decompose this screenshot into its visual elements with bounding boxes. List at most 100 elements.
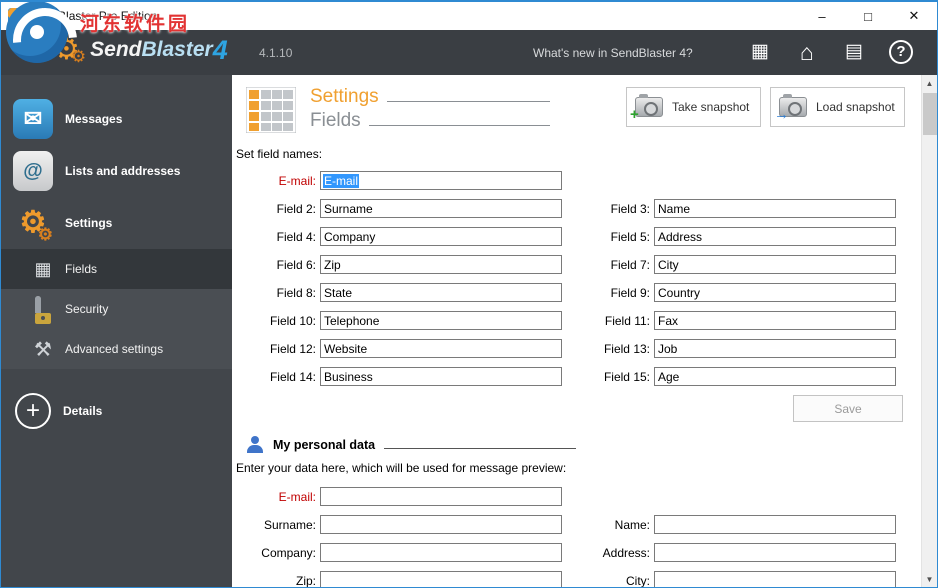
personal-input[interactable] bbox=[654, 571, 896, 587]
field-label: Field 13: bbox=[562, 342, 650, 356]
plus-circle-icon: + bbox=[15, 393, 51, 429]
sidebar-subitem-security[interactable]: Security bbox=[1, 289, 232, 329]
personal-row: Company: Address: bbox=[232, 543, 921, 562]
vertical-scrollbar[interactable]: ▲ ▼ bbox=[921, 75, 937, 587]
save-button[interactable]: Save bbox=[793, 395, 903, 422]
version-label: 4.1.10 bbox=[259, 46, 292, 60]
personal-input[interactable] bbox=[654, 515, 896, 534]
sidebar-item-label: Messages bbox=[65, 112, 122, 126]
field-label: Field 2: bbox=[232, 202, 316, 216]
field-input[interactable] bbox=[320, 227, 562, 246]
personal-data-title: My personal data bbox=[273, 438, 375, 452]
sidebar-subitem-label: Security bbox=[65, 302, 108, 316]
fields-grid-icon: ▦ bbox=[31, 259, 55, 280]
maximize-button[interactable]: □ bbox=[845, 2, 891, 30]
help-icon[interactable]: ? bbox=[889, 40, 913, 64]
personal-email-input[interactable] bbox=[320, 487, 562, 506]
title-divider bbox=[384, 448, 576, 449]
camera-arrow-icon: → bbox=[779, 97, 807, 117]
close-button[interactable]: ✕ bbox=[891, 2, 937, 30]
field-names-form: E-mail: E-mail Field 2: Field 3: Field 4… bbox=[232, 171, 921, 386]
field-label: Field 11: bbox=[562, 314, 650, 328]
personal-label: City: bbox=[562, 574, 650, 588]
app-header: ⚙ ⚙ Send Blaster 4 4.1.10 What's new in … bbox=[1, 30, 937, 75]
load-snapshot-button[interactable]: → Load snapshot bbox=[770, 87, 905, 127]
whats-new-link[interactable]: What's new in SendBlaster 4? bbox=[533, 46, 693, 60]
sidebar-item-messages[interactable]: ✉ Messages bbox=[1, 93, 232, 145]
field-row: Field 10: Field 11: bbox=[232, 311, 921, 330]
field-input[interactable] bbox=[654, 227, 896, 246]
field-input[interactable] bbox=[654, 367, 896, 386]
field-input[interactable] bbox=[654, 255, 896, 274]
field-input[interactable] bbox=[654, 283, 896, 302]
gear-icon: ⚙ bbox=[38, 226, 53, 243]
field-input[interactable] bbox=[320, 339, 562, 358]
gear-icon: ⚙ bbox=[71, 48, 86, 65]
personal-label-email: E-mail: bbox=[232, 490, 316, 504]
field-input[interactable] bbox=[320, 199, 562, 218]
personal-row-email: E-mail: bbox=[232, 487, 921, 506]
field-label: Field 14: bbox=[232, 370, 316, 384]
envelope-icon: ✉ bbox=[13, 99, 53, 139]
page-subtitle: Fields bbox=[310, 110, 361, 132]
logo-text-blaster: Blaster bbox=[142, 33, 213, 67]
personal-label: Zip: bbox=[232, 574, 316, 588]
field-input[interactable] bbox=[654, 311, 896, 330]
camera-plus-icon: + bbox=[635, 97, 663, 117]
field-input[interactable] bbox=[320, 311, 562, 330]
page-title: Settings bbox=[310, 86, 379, 108]
titlebar: SendBlaster Pro Edition – □ ✕ bbox=[1, 2, 937, 30]
field-label: Field 10: bbox=[232, 314, 316, 328]
plus-badge-icon: + bbox=[630, 108, 639, 122]
arrow-badge-icon: → bbox=[774, 108, 789, 122]
field-label: Field 7: bbox=[562, 258, 650, 272]
take-snapshot-label: Take snapshot bbox=[672, 100, 749, 114]
personal-label: Name: bbox=[562, 518, 650, 532]
window-controls: – □ ✕ bbox=[799, 2, 937, 30]
field-input[interactable] bbox=[320, 255, 562, 274]
sidebar-item-details[interactable]: + Details bbox=[1, 393, 232, 429]
field-row-email: E-mail: E-mail bbox=[232, 171, 921, 190]
logo-text-send: Send bbox=[90, 33, 141, 67]
field-input[interactable] bbox=[320, 367, 562, 386]
film-icon[interactable]: ▤ bbox=[842, 39, 866, 65]
selected-text: E-mail bbox=[323, 174, 359, 188]
field-label: Field 9: bbox=[562, 286, 650, 300]
field-label: Field 15: bbox=[562, 370, 650, 384]
sidebar-item-label: Details bbox=[63, 404, 102, 418]
at-icon: @ bbox=[13, 151, 53, 191]
field-label: Field 5: bbox=[562, 230, 650, 244]
field-row: Field 4: Field 5: bbox=[232, 227, 921, 246]
field-input[interactable] bbox=[320, 283, 562, 302]
personal-data-header: My personal data bbox=[246, 436, 576, 453]
email-field-input[interactable]: E-mail bbox=[320, 171, 562, 190]
sidebar-subitem-fields[interactable]: ▦ Fields bbox=[1, 249, 232, 289]
person-icon bbox=[246, 436, 264, 453]
personal-input[interactable] bbox=[320, 571, 562, 587]
field-input[interactable] bbox=[654, 199, 896, 218]
calendar-icon[interactable]: ▦ bbox=[748, 39, 772, 65]
minimize-button[interactable]: – bbox=[799, 2, 845, 30]
field-label: Field 6: bbox=[232, 258, 316, 272]
field-label-email: E-mail: bbox=[232, 174, 316, 188]
field-label: Field 12: bbox=[232, 342, 316, 356]
personal-data-hint: Enter your data here, which will be used… bbox=[236, 461, 921, 475]
take-snapshot-button[interactable]: + Take snapshot bbox=[626, 87, 761, 127]
scroll-down-icon[interactable]: ▼ bbox=[922, 571, 937, 587]
sidebar: ✉ Messages @ Lists and addresses ⚙ ⚙ Set… bbox=[1, 75, 232, 587]
scroll-up-icon[interactable]: ▲ bbox=[922, 75, 937, 91]
scrollbar-thumb[interactable] bbox=[923, 93, 937, 135]
personal-input[interactable] bbox=[654, 543, 896, 562]
personal-label: Company: bbox=[232, 546, 316, 560]
personal-data-form: E-mail: Surname: Name: Company: Address:… bbox=[232, 487, 921, 587]
sidebar-item-settings[interactable]: ⚙ ⚙ Settings bbox=[1, 197, 232, 249]
tools-icon: ⚒ bbox=[31, 337, 55, 362]
sidebar-subitem-advanced[interactable]: ⚒ Advanced settings bbox=[1, 329, 232, 369]
personal-input[interactable] bbox=[320, 515, 562, 534]
home-icon[interactable]: ⌂ bbox=[795, 39, 819, 65]
sendblaster-logo: ⚙ ⚙ Send Blaster 4 bbox=[53, 33, 228, 67]
field-label: Field 3: bbox=[562, 202, 650, 216]
sidebar-item-lists[interactable]: @ Lists and addresses bbox=[1, 145, 232, 197]
personal-input[interactable] bbox=[320, 543, 562, 562]
field-input[interactable] bbox=[654, 339, 896, 358]
